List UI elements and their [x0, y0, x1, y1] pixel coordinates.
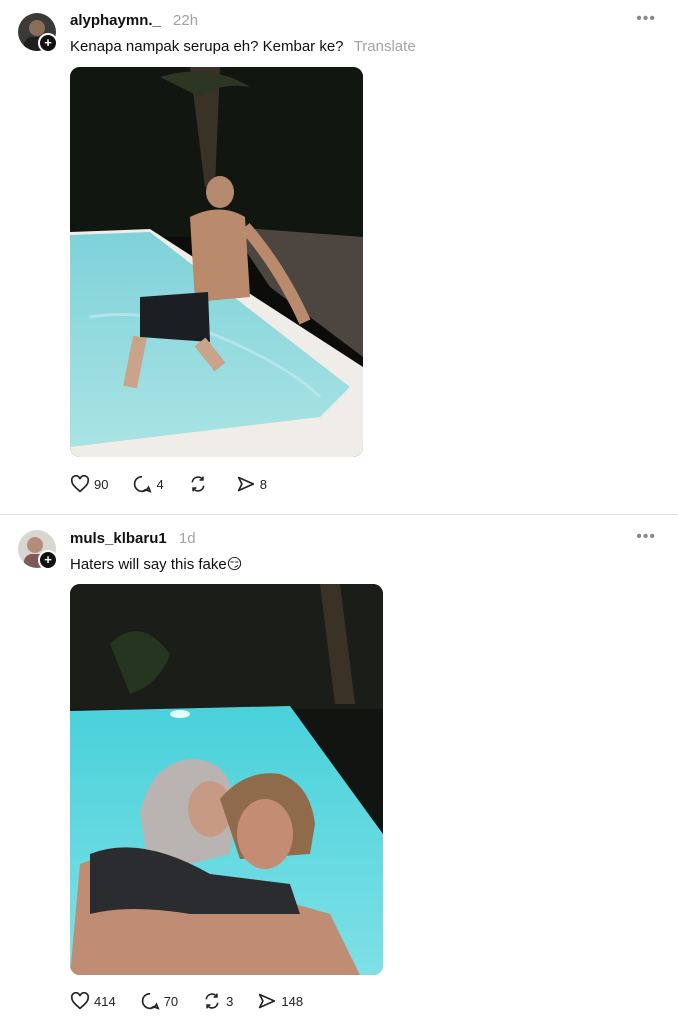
username-text[interactable]: muls_klbaru1 — [70, 530, 167, 547]
timestamp: 22h — [173, 12, 199, 29]
follow-plus-icon[interactable]: + — [38, 33, 58, 53]
caption: Haters will say this fake😏 — [70, 555, 242, 573]
repost-count: 3 — [226, 993, 234, 1009]
reply-button[interactable]: 70 — [140, 992, 178, 1010]
action-bar: 414 70 3 148 — [70, 992, 327, 1010]
avatar[interactable]: + — [18, 13, 58, 53]
more-icon[interactable]: ••• — [636, 528, 656, 546]
caption-text: Haters will say this fake😏 — [70, 556, 243, 573]
username-text[interactable]: alyphaymn._ — [70, 12, 161, 29]
comment-icon — [134, 475, 153, 493]
reply-count: 70 — [163, 993, 179, 1009]
comment-icon — [141, 992, 160, 1010]
post-1: + alyphaymn._ 22h ••• Kenapa nampak seru… — [0, 0, 678, 512]
caption-text: Kenapa nampak serupa eh? Kembar ke? — [70, 38, 344, 55]
share-button[interactable]: 148 — [257, 992, 303, 1010]
share-count: 8 — [259, 476, 267, 492]
repost-button[interactable]: 3 — [202, 992, 233, 1010]
like-button[interactable]: 90 — [70, 475, 108, 493]
repost-icon — [205, 993, 219, 1009]
send-icon — [259, 993, 276, 1009]
like-count: 90 — [94, 476, 109, 492]
reply-count: 4 — [156, 476, 164, 492]
like-button[interactable]: 414 — [70, 992, 116, 1010]
like-count: 414 — [94, 993, 116, 1009]
follow-plus-icon[interactable]: + — [38, 550, 58, 570]
caption: Kenapa nampak serupa eh? Kembar ke? Tran… — [70, 38, 416, 55]
more-icon[interactable]: ••• — [636, 10, 656, 28]
share-button[interactable]: 8 — [236, 475, 267, 493]
send-icon — [237, 476, 254, 492]
heart-icon — [70, 475, 90, 493]
heart-icon — [70, 992, 90, 1010]
username[interactable]: muls_klbaru1 1d — [70, 530, 196, 547]
action-bar: 90 4 8 — [70, 475, 291, 493]
post-divider — [0, 514, 678, 515]
repost-button[interactable] — [188, 475, 212, 493]
post-photo[interactable] — [70, 584, 383, 975]
reply-button[interactable]: 4 — [132, 475, 164, 493]
post-2: + muls_klbaru1 1d ••• Haters will say th… — [0, 518, 678, 1024]
share-count: 148 — [281, 993, 304, 1009]
translate-link[interactable]: Translate — [354, 38, 416, 55]
timestamp: 1d — [178, 530, 196, 547]
repost-icon — [191, 476, 205, 492]
username[interactable]: alyphaymn._ 22h — [70, 12, 198, 29]
post-photo[interactable] — [70, 67, 363, 457]
avatar[interactable]: + — [18, 530, 58, 570]
